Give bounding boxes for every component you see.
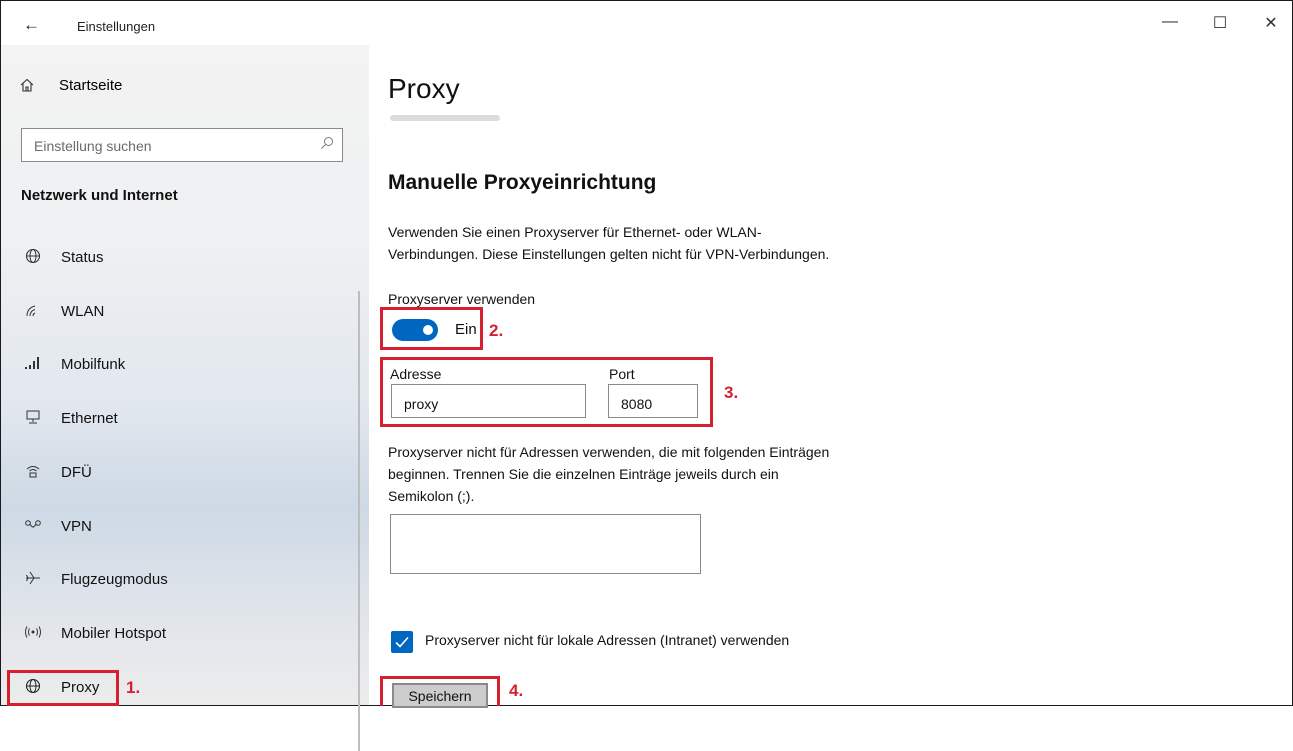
step-label-2: 2. <box>489 321 504 340</box>
sidebar-item-dfue[interactable]: DFÜ <box>21 460 351 490</box>
highlight-box-toggle <box>380 307 483 350</box>
address-input[interactable] <box>402 393 576 415</box>
exceptions-input[interactable] <box>401 523 695 545</box>
page-subtitle-redacted <box>390 115 500 121</box>
close-icon[interactable]: ✕ <box>1256 13 1286 33</box>
local-addresses-checkbox[interactable] <box>391 631 413 653</box>
local-addresses-label: Proxyserver nicht für lokale Adressen (I… <box>425 632 790 648</box>
sidebar-item-mobiler-hotspot[interactable]: Mobiler Hotspot <box>21 621 351 651</box>
sidebar-home-label: Startseite <box>59 77 123 94</box>
address-field[interactable] <box>391 384 586 418</box>
sidebar-section-title: Netzwerk und Internet <box>21 187 178 204</box>
search-input[interactable] <box>32 135 306 157</box>
step-label-4: 4. <box>509 681 524 700</box>
globe-status-icon <box>23 248 43 267</box>
sidebar-item-wlan[interactable]: WLAN <box>21 299 351 329</box>
address-label: Adresse <box>390 366 442 382</box>
sidebar-item-flugzeugmodus[interactable]: Flugzeugmodus <box>21 567 351 597</box>
title-bar: ← Einstellungen — ☐ ✕ <box>1 1 1292 46</box>
save-button[interactable]: Speichern <box>392 683 488 708</box>
sidebar-item-label: DFÜ <box>61 464 92 481</box>
port-field[interactable] <box>608 384 698 418</box>
sidebar-item-ethernet[interactable]: Ethernet <box>21 406 351 436</box>
sidebar-item-label: Flugzeugmodus <box>61 571 168 588</box>
sidebar-item-mobilfunk[interactable]: Mobilfunk <box>21 352 351 382</box>
exceptions-description-line: Proxyserver nicht für Adressen verwenden… <box>388 444 830 460</box>
description-line: Verbindungen. Diese Einstellungen gelten… <box>388 246 830 262</box>
use-proxy-label: Proxyserver verwenden <box>388 291 536 307</box>
exceptions-description-line: Semikolon (;). <box>388 488 475 504</box>
search-icon[interactable] <box>320 136 334 153</box>
port-input[interactable] <box>619 393 693 415</box>
settings-search-field[interactable] <box>21 128 343 162</box>
sidebar-item-label: VPN <box>61 518 92 535</box>
sidebar: Startseite Netzwerk und Internet Status … <box>1 45 369 751</box>
minimize-icon[interactable]: — <box>1155 13 1185 31</box>
airplane-icon <box>23 570 43 589</box>
window-title: Einstellungen <box>77 19 156 34</box>
sidebar-item-status[interactable]: Status <box>21 245 351 275</box>
sidebar-item-label: Status <box>61 249 104 266</box>
page-title: Proxy <box>388 73 460 104</box>
description-line: Verwenden Sie einen Proxyserver für Ethe… <box>388 224 762 240</box>
back-arrow-icon[interactable]: ← <box>23 15 40 35</box>
highlight-box-proxy-nav <box>7 670 119 706</box>
sidebar-item-label: Mobiler Hotspot <box>61 625 167 642</box>
exceptions-field[interactable] <box>390 514 701 574</box>
section-title: Manuelle Proxyeinrichtung <box>388 171 657 194</box>
hotspot-icon <box>23 624 43 643</box>
port-label: Port <box>609 366 635 382</box>
vpn-icon <box>23 517 43 536</box>
home-icon <box>19 77 35 98</box>
wifi-icon <box>23 302 43 321</box>
cellular-signal-icon <box>23 355 43 374</box>
ethernet-icon <box>23 409 43 428</box>
sidebar-item-label: Ethernet <box>61 410 118 427</box>
step-label-1: 1. <box>126 678 141 697</box>
sidebar-item-vpn[interactable]: VPN <box>21 514 351 544</box>
step-label-3: 3. <box>724 383 739 402</box>
sidebar-item-label: Mobilfunk <box>61 356 126 373</box>
checkmark-icon <box>395 636 409 648</box>
sidebar-scrollbar[interactable] <box>358 291 360 751</box>
maximize-icon[interactable]: ☐ <box>1205 13 1235 33</box>
exceptions-description-line: beginnen. Trennen Sie die einzelnen Eint… <box>388 466 779 482</box>
dialup-icon <box>23 463 43 482</box>
sidebar-item-label: WLAN <box>61 303 105 320</box>
